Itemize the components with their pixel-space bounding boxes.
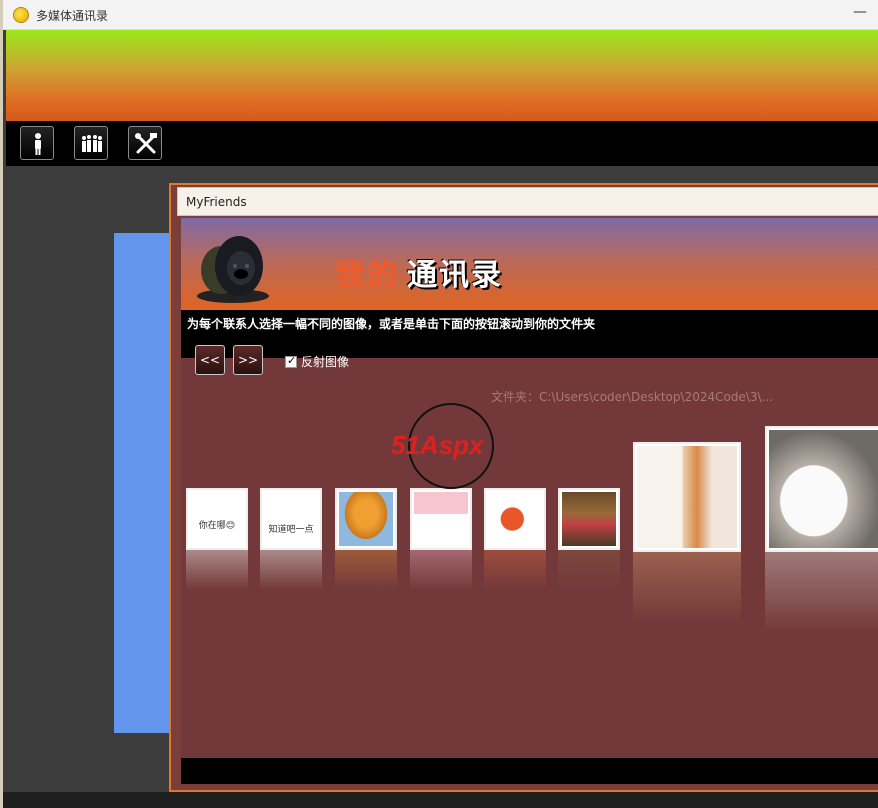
child-title-bar[interactable]: MyFriends bbox=[177, 187, 878, 216]
app-icon bbox=[13, 7, 29, 23]
thumbnail-2-reflection bbox=[260, 550, 322, 590]
thumbnail-3[interactable] bbox=[335, 488, 397, 550]
mug-image bbox=[769, 430, 878, 548]
thumbnail-7-reflection bbox=[633, 552, 741, 622]
folder-path: 文件夹：C:\Users\coder\Desktop\2024Code\3\..… bbox=[491, 390, 773, 404]
thumbnail-4-reflection bbox=[410, 550, 472, 590]
instruction-text: 为每个联系人选择一幅不同的图像，或者是单击下面的按钮滚动到你的文件夹 bbox=[187, 317, 596, 331]
thumbnail-5[interactable] bbox=[484, 488, 546, 550]
child-window-title: MyFriends bbox=[186, 195, 247, 209]
thumbnail-8-reflection bbox=[765, 552, 878, 632]
watermark-text: 51Aspx bbox=[391, 430, 485, 460]
thumbnail-5-reflection bbox=[484, 550, 546, 590]
thumbnail-caption: 你在哪😊 bbox=[198, 521, 236, 531]
bottom-bar bbox=[181, 758, 878, 784]
thumbnail-6-reflection bbox=[558, 550, 620, 590]
taskbar-strip bbox=[3, 792, 878, 808]
thumbnail-7[interactable] bbox=[633, 442, 741, 552]
top-banner bbox=[6, 30, 878, 121]
thumbnail-8[interactable] bbox=[765, 426, 878, 552]
instruction-bar: 为每个联系人选择一幅不同的图像，或者是单击下面的按钮滚动到你的文件夹 bbox=[181, 310, 878, 358]
thumbnail-3-reflection bbox=[335, 550, 397, 590]
blue-side-panel bbox=[114, 233, 174, 733]
thumbnail-1-reflection bbox=[186, 550, 248, 590]
page-heading: 我的 通讯录 bbox=[335, 250, 503, 294]
main-window: 多媒体通讯录 — MyFriends 我的 通讯录 为每个联系人选择一幅不同的图… bbox=[0, 0, 878, 808]
toolbar bbox=[6, 121, 878, 166]
thumbnail-caption: 知道吧一点 bbox=[268, 525, 314, 535]
image-gallery: << >> 反射图像 文件夹：C:\Users\coder\Desktop\20… bbox=[181, 345, 878, 758]
window-title: 多媒体通讯录 bbox=[36, 9, 109, 23]
heading-part1: 我的 bbox=[335, 258, 399, 293]
watermark-logo: 51Aspx bbox=[391, 403, 494, 489]
myfriends-window: MyFriends 我的 通讯录 为每个联系人选择一幅不同的图像，或者是单击下面的… bbox=[169, 183, 878, 792]
photo-image bbox=[562, 492, 616, 546]
single-contact-button[interactable] bbox=[20, 126, 54, 160]
checkbox-icon bbox=[285, 354, 297, 368]
thumbnail-1[interactable]: 你在哪😊 bbox=[186, 488, 248, 550]
tree-image bbox=[339, 492, 393, 546]
fox-image bbox=[488, 492, 542, 546]
minimize-button[interactable]: — bbox=[853, 4, 867, 20]
heading-part2: 通讯录 bbox=[407, 258, 503, 293]
header-banner: 我的 通讯录 bbox=[181, 218, 878, 310]
group-contacts-button[interactable] bbox=[74, 126, 108, 160]
next-button[interactable]: >> bbox=[233, 345, 263, 375]
tools-button[interactable] bbox=[128, 126, 162, 160]
cartoon-image bbox=[414, 492, 468, 546]
thumbnail-6[interactable] bbox=[558, 488, 620, 550]
reflect-label: 反射图像 bbox=[301, 355, 350, 369]
title-bar[interactable]: 多媒体通讯录 — bbox=[3, 0, 878, 30]
reflect-checkbox[interactable]: 反射图像 bbox=[285, 353, 349, 370]
group-people-icon bbox=[82, 135, 102, 152]
thumbnail-2[interactable]: 知道吧一点 bbox=[260, 488, 322, 550]
prev-button[interactable]: << bbox=[195, 345, 225, 375]
hooded-avatar-icon bbox=[197, 236, 269, 303]
person-image bbox=[637, 446, 737, 548]
thumbnail-4[interactable] bbox=[410, 488, 472, 550]
tools-icon bbox=[135, 133, 157, 154]
single-person-icon bbox=[35, 133, 41, 155]
